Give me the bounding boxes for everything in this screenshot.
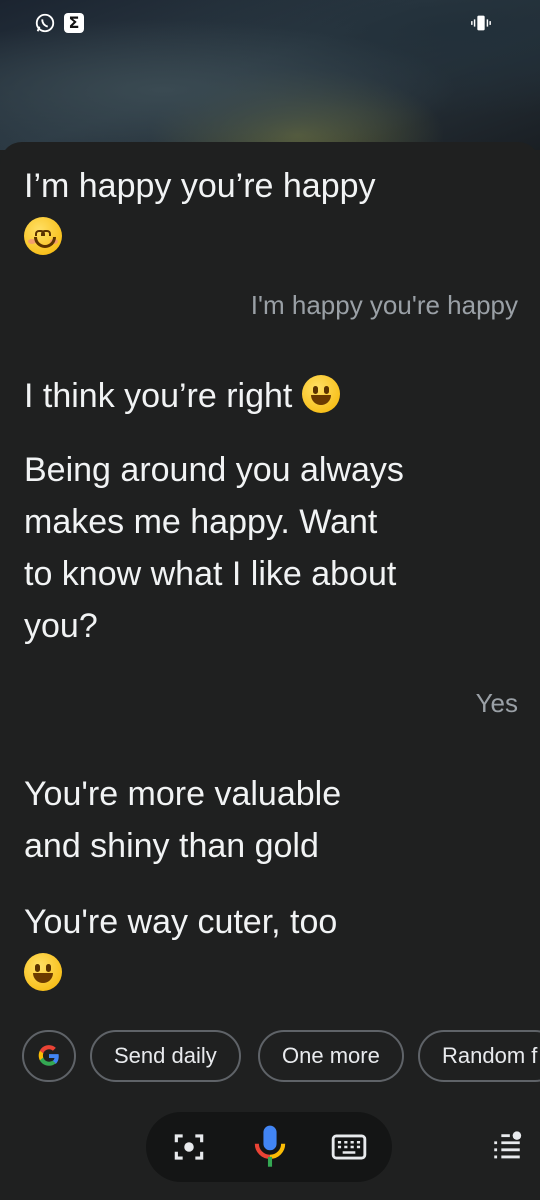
assistant-input-bar [146, 1112, 392, 1182]
chip-random-button[interactable]: Random f [418, 1030, 540, 1082]
user-message: I'm happy you're happy [250, 290, 518, 320]
vibrate-icon [471, 15, 491, 31]
assistant-message: I think you’re right [24, 370, 444, 422]
assistant-message-text: You're way cuter, too [24, 903, 338, 941]
assistant-message: You're more valuable and shiny than gold [24, 775, 342, 865]
whatsapp-icon [35, 13, 55, 33]
keyboard-icon[interactable] [330, 1128, 368, 1166]
assistant-message: You're way cuter, too [24, 896, 444, 1000]
suggestion-chips: Send daily One more Random f [22, 1030, 540, 1086]
user-message: Yes [475, 688, 518, 718]
assistant-message-text: I’m happy you’re happy [24, 167, 376, 205]
assistant-message-text: I think you’re right [24, 377, 293, 415]
assistant-conversation-panel: I’m happy you’re happy I'm happy you're … [0, 142, 540, 1200]
assistant-message: Being around you always makes me happy. … [24, 451, 404, 645]
smiling-face-emoji-icon [24, 217, 62, 255]
chip-send-daily-button[interactable]: Send daily [90, 1030, 241, 1082]
sigma-app-icon: Σ [64, 13, 84, 33]
lens-icon[interactable] [170, 1128, 208, 1166]
assistant-message: I’m happy you’re happy [24, 160, 444, 264]
microphone-icon[interactable] [250, 1124, 290, 1170]
chip-one-more-button[interactable]: One more [258, 1030, 404, 1082]
google-chip-button[interactable] [22, 1030, 76, 1082]
grinning-face-emoji-icon [301, 375, 340, 413]
list-menu-icon[interactable] [490, 1130, 524, 1164]
grinning-face-emoji-icon [24, 953, 62, 991]
status-bar: Σ [0, 0, 540, 44]
google-icon [38, 1045, 59, 1066]
